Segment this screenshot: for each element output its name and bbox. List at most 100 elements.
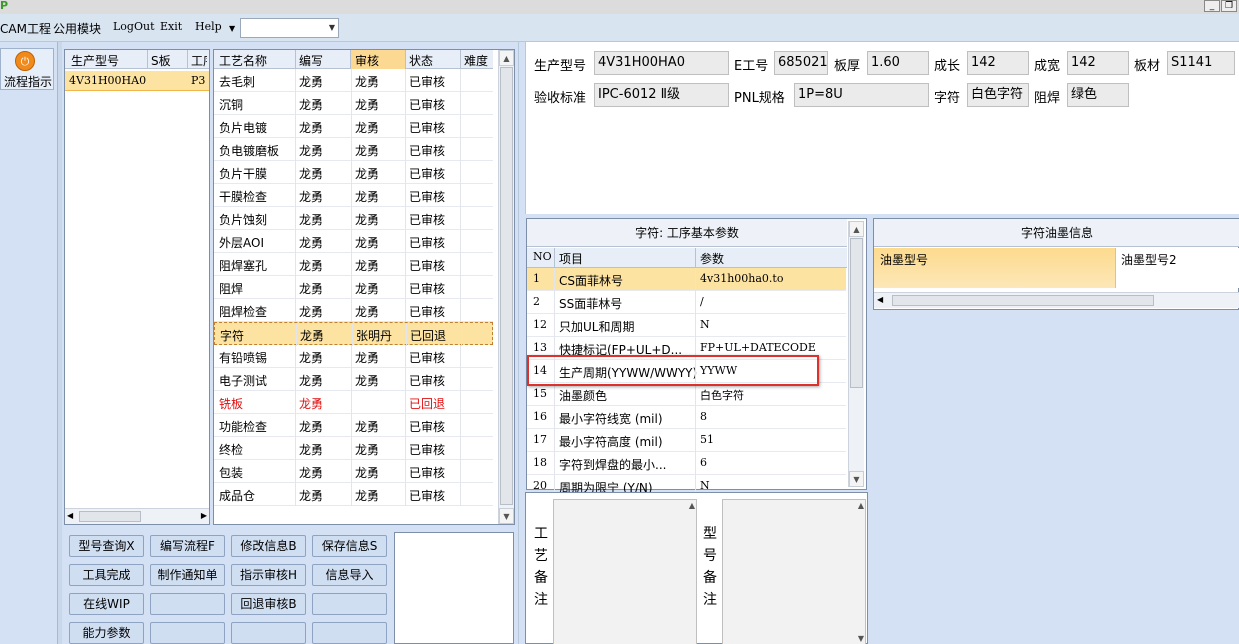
blank-button-1[interactable] bbox=[150, 593, 225, 615]
col-param[interactable]: 参数 bbox=[700, 250, 724, 267]
rail-splitter[interactable] bbox=[57, 42, 62, 644]
process-row[interactable]: 去毛刺 龙勇 龙勇 已审核 bbox=[214, 69, 493, 92]
process-row[interactable]: 外层AOI 龙勇 龙勇 已审核 bbox=[214, 230, 493, 253]
main-splitter[interactable] bbox=[518, 42, 524, 644]
online-wip-button[interactable]: 在线WIP bbox=[69, 593, 144, 615]
char-vscroll-thumb[interactable] bbox=[850, 238, 863, 388]
eno-field[interactable]: 685021 bbox=[774, 51, 828, 75]
char-param-row[interactable]: 2 SS面菲林号 / bbox=[527, 291, 846, 314]
menu-exit[interactable]: Exit bbox=[160, 20, 182, 33]
product-hscrollbar[interactable]: ◀ ▶ bbox=[65, 508, 209, 524]
process-row[interactable]: 功能检查 龙勇 龙勇 已审核 bbox=[214, 414, 493, 437]
thickness-field[interactable]: 1.60 bbox=[867, 51, 929, 75]
scroll-up-icon[interactable]: ▲ bbox=[689, 501, 695, 510]
menu-combo-box[interactable]: ▼ bbox=[240, 18, 339, 38]
mask-field[interactable]: 绿色 bbox=[1067, 83, 1129, 107]
product-hscroll-thumb[interactable] bbox=[79, 511, 141, 522]
process-cell-reviewer: 龙勇 bbox=[355, 190, 380, 204]
import-info-button[interactable]: 信息导入 bbox=[312, 564, 387, 586]
scroll-left-icon[interactable]: ◀ bbox=[877, 295, 883, 304]
make-notice-button[interactable]: 制作通知单 bbox=[150, 564, 225, 586]
revert-review-button[interactable]: 回退审核B bbox=[231, 593, 306, 615]
col-item[interactable]: 项目 bbox=[559, 250, 583, 267]
char-vscrollbar[interactable]: ▲ ▼ bbox=[848, 221, 864, 487]
process-row[interactable]: 干膜检查 龙勇 龙勇 已审核 bbox=[214, 184, 493, 207]
notice-text-box[interactable] bbox=[394, 532, 514, 644]
modify-info-button[interactable]: 修改信息B bbox=[231, 535, 306, 557]
process-vscroll-thumb[interactable] bbox=[500, 67, 513, 505]
scroll-left-icon[interactable]: ◀ bbox=[67, 511, 73, 520]
process-row[interactable]: 终检 龙勇 龙勇 已审核 bbox=[214, 437, 493, 460]
process-row[interactable]: 字符 龙勇 张明丹 已回退 bbox=[214, 322, 493, 346]
tool-done-button[interactable]: 工具完成 bbox=[69, 564, 144, 586]
char-param-row[interactable]: 18 字符到焊盘的最小... 6 bbox=[527, 452, 846, 475]
process-vscrollbar[interactable]: ▲ ▼ bbox=[498, 50, 514, 524]
process-row[interactable]: 负电镀磨板 龙勇 龙勇 已审核 bbox=[214, 138, 493, 161]
char-param-row[interactable]: 1 CS面菲林号 4v31h00ha0.to bbox=[527, 268, 846, 291]
col-writer[interactable]: 编写 bbox=[299, 52, 323, 69]
col-reviewer[interactable]: 审核 bbox=[355, 52, 379, 69]
col-difficulty[interactable]: 难度 bbox=[464, 52, 488, 69]
process-row[interactable]: 阻焊检查 龙勇 龙勇 已审核 bbox=[214, 299, 493, 322]
scroll-up-icon[interactable]: ▲ bbox=[499, 50, 514, 66]
process-row[interactable]: 阻焊塞孔 龙勇 龙勇 已审核 bbox=[214, 253, 493, 276]
blank-button-4[interactable] bbox=[231, 622, 306, 644]
length-field[interactable]: 142 bbox=[967, 51, 1029, 75]
ink-hscrollbar[interactable]: ◀ bbox=[874, 292, 1239, 308]
char-field[interactable]: 白色字符 bbox=[967, 83, 1029, 107]
process-row[interactable]: 负片电镀 龙勇 龙勇 已审核 bbox=[214, 115, 493, 138]
process-row[interactable]: 成品仓 龙勇 龙勇 已审核 bbox=[214, 483, 493, 506]
menu-public-module[interactable]: 公用模块 bbox=[53, 20, 101, 37]
width-field[interactable]: 142 bbox=[1067, 51, 1129, 75]
material-field[interactable]: S1141 bbox=[1167, 51, 1235, 75]
restore-icon[interactable]: ❐ bbox=[1221, 0, 1237, 12]
process-row[interactable]: 沉铜 龙勇 龙勇 已审核 bbox=[214, 92, 493, 115]
menu-cam[interactable]: CAM工程 bbox=[0, 20, 51, 37]
col-process[interactable]: 工序 bbox=[191, 52, 207, 69]
pnl-field[interactable]: 1P=8U bbox=[794, 83, 929, 107]
process-row[interactable]: 电子测试 龙勇 龙勇 已审核 bbox=[214, 368, 493, 391]
process-row[interactable]: 负片蚀刻 龙勇 龙勇 已审核 bbox=[214, 207, 493, 230]
minimize-icon[interactable]: _ bbox=[1204, 0, 1220, 12]
process-note-box[interactable]: ▲ bbox=[553, 499, 697, 644]
col-status[interactable]: 状态 bbox=[409, 52, 433, 69]
process-row[interactable]: 阻焊 龙勇 龙勇 已审核 bbox=[214, 276, 493, 299]
process-row[interactable]: 负片干膜 龙勇 龙勇 已审核 bbox=[214, 161, 493, 184]
col-ink-model-2[interactable]: 油墨型号2 bbox=[1121, 251, 1177, 268]
col-process-name[interactable]: 工艺名称 bbox=[219, 52, 267, 69]
char-param-row[interactable]: 12 只加UL和周期 N bbox=[527, 314, 846, 337]
menu-logout[interactable]: LogOut bbox=[113, 20, 155, 33]
scroll-up-icon[interactable]: ▲ bbox=[858, 501, 864, 510]
blank-button-5[interactable] bbox=[312, 622, 387, 644]
review-guide-button[interactable]: 指示审核H bbox=[231, 564, 306, 586]
process-row[interactable]: 铣板 龙勇 已回退 bbox=[214, 391, 493, 414]
scroll-up-icon[interactable]: ▲ bbox=[849, 221, 864, 237]
ink-hscroll-thumb[interactable] bbox=[892, 295, 1154, 306]
save-info-button[interactable]: 保存信息S bbox=[312, 535, 387, 557]
model-field[interactable]: 4V31H00HA0 bbox=[594, 51, 729, 75]
write-flow-button[interactable]: 编写流程F bbox=[150, 535, 225, 557]
menu-help[interactable]: Help bbox=[195, 20, 222, 33]
col-no[interactable]: NO bbox=[533, 250, 552, 263]
char-param-row[interactable]: 17 最小字符高度 (mil) 51 bbox=[527, 429, 846, 452]
blank-button-2[interactable] bbox=[312, 593, 387, 615]
capability-button[interactable]: 能力参数 bbox=[69, 622, 144, 644]
col-ink-model[interactable]: 油墨型号 bbox=[880, 251, 928, 268]
blank-button-3[interactable] bbox=[150, 622, 225, 644]
process-row[interactable]: 包装 龙勇 龙勇 已审核 bbox=[214, 460, 493, 483]
help-dropdown-icon[interactable]: ▼ bbox=[229, 24, 235, 33]
product-row[interactable]: 4V31H00HA0 P3 bbox=[65, 71, 209, 91]
scroll-down-icon[interactable]: ▼ bbox=[499, 508, 514, 524]
standard-field[interactable]: IPC-6012 Ⅱ级 bbox=[594, 83, 729, 107]
flow-guide-button[interactable]: ⏻ 流程指示 bbox=[0, 48, 54, 90]
model-query-button[interactable]: 型号查询X bbox=[69, 535, 144, 557]
scroll-right-icon[interactable]: ▶ bbox=[201, 511, 207, 520]
col-s-board[interactable]: S板 bbox=[151, 52, 171, 69]
col-model[interactable]: 生产型号 bbox=[71, 52, 119, 69]
scroll-down-icon[interactable]: ▼ bbox=[858, 634, 864, 643]
char-param-row[interactable]: 15 油墨颜色 白色字符 bbox=[527, 383, 846, 406]
scroll-down-icon[interactable]: ▼ bbox=[849, 471, 864, 487]
model-note-box[interactable]: ▲ ▼ bbox=[722, 499, 866, 644]
char-param-row[interactable]: 16 最小字符线宽 (mil) 8 bbox=[527, 406, 846, 429]
process-row[interactable]: 有铅喷锡 龙勇 龙勇 已审核 bbox=[214, 345, 493, 368]
